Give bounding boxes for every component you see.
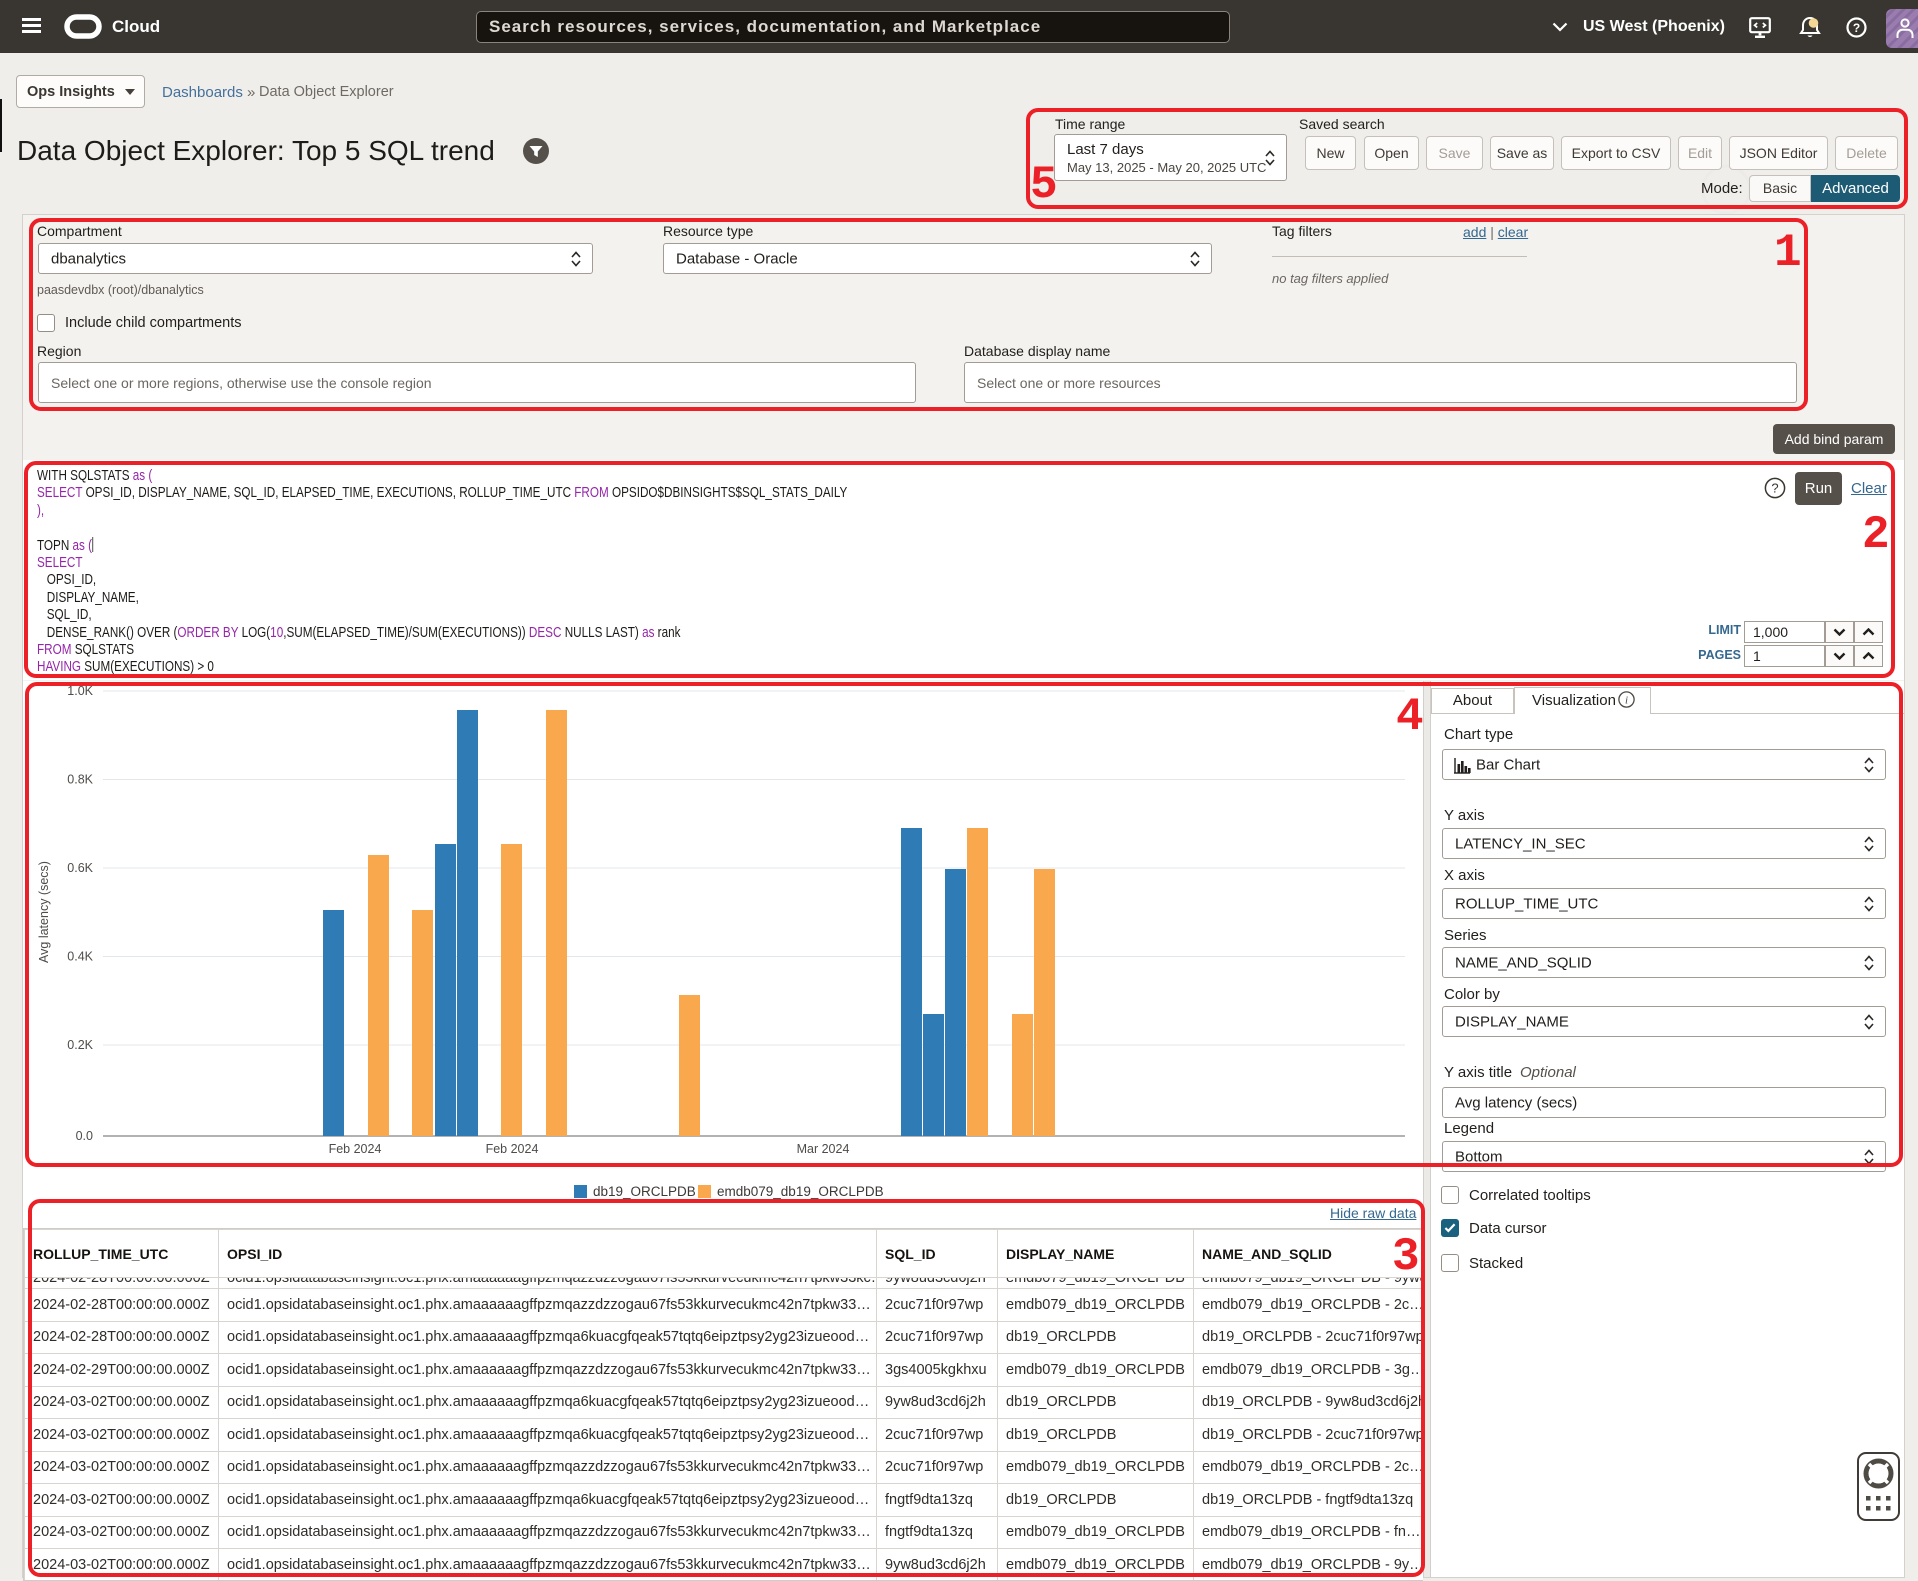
svg-text:Mar 2024: Mar 2024 [797, 1142, 850, 1156]
svg-text:1.0K: 1.0K [67, 684, 93, 698]
svg-text:Feb 2024: Feb 2024 [486, 1142, 539, 1156]
svg-text:0.6K: 0.6K [67, 861, 93, 875]
svg-text:i: i [1625, 695, 1628, 707]
svg-text:0.8K: 0.8K [67, 773, 93, 787]
svg-text:0.2K: 0.2K [67, 1038, 93, 1052]
svg-text:?: ? [1853, 21, 1860, 35]
svg-text:Avg latency (secs): Avg latency (secs) [37, 861, 51, 963]
svg-text:?: ? [1771, 481, 1778, 496]
svg-text:Feb 2024: Feb 2024 [329, 1142, 382, 1156]
svg-text:0.0: 0.0 [76, 1129, 93, 1143]
svg-text:0.4K: 0.4K [67, 950, 93, 964]
